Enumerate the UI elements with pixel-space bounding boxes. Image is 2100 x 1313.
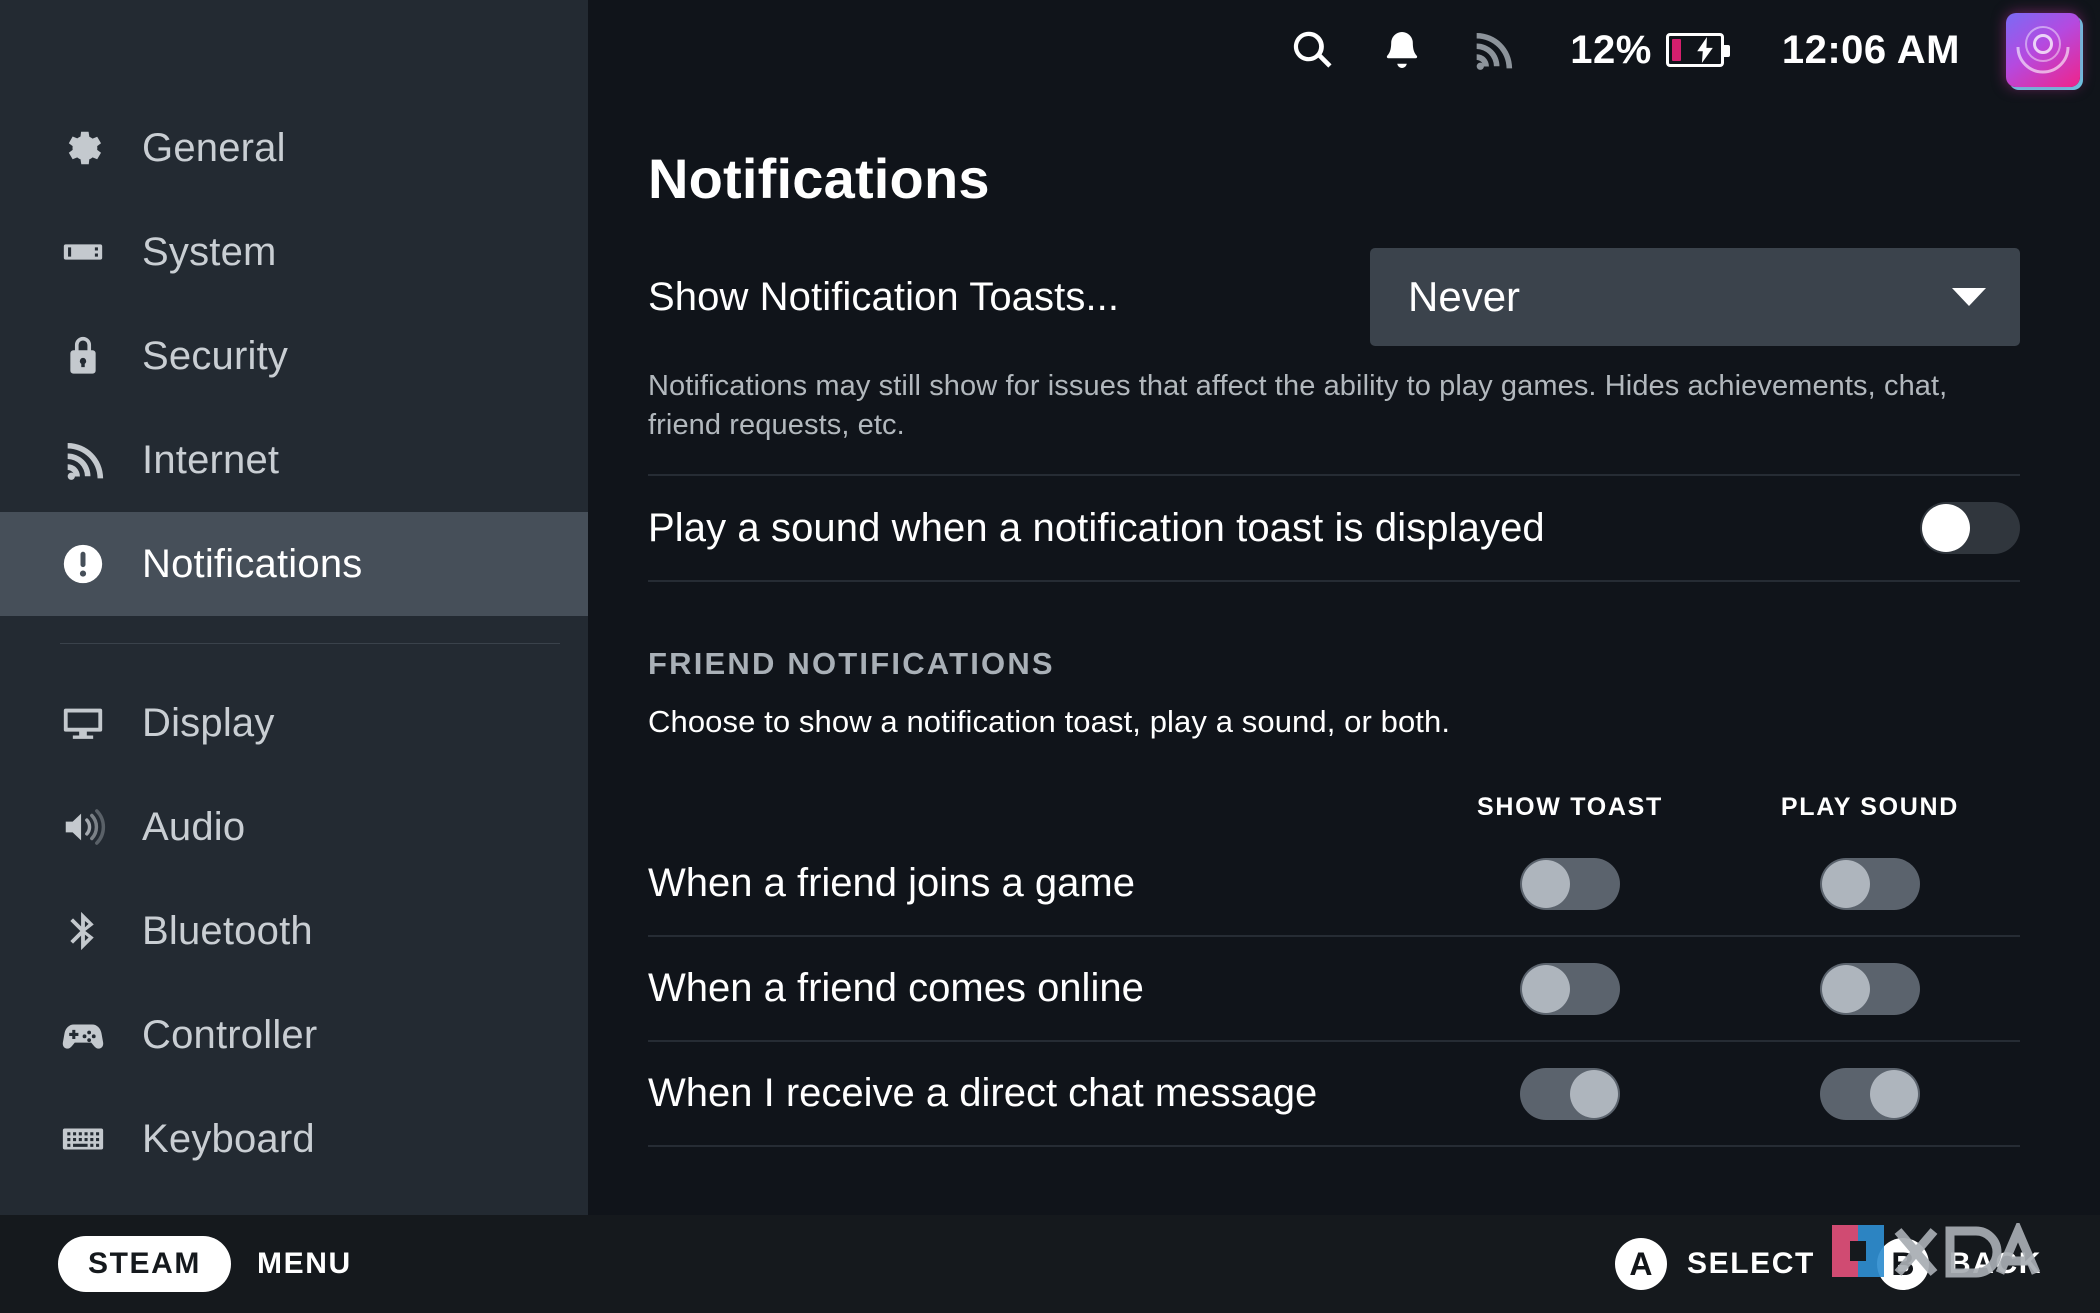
gear-icon	[60, 125, 106, 171]
status-bar: 12% 12:06 AM	[588, 0, 2100, 100]
friend-row-label: When I receive a direct chat message	[648, 1071, 1318, 1116]
sidebar-item-label: Security	[142, 333, 289, 378]
play-sound-label: Play a sound when a notification toast i…	[648, 505, 1545, 550]
steam-button[interactable]: STEAM	[58, 1236, 231, 1292]
sidebar-item-internet[interactable]: Internet	[0, 408, 588, 512]
avatar[interactable]	[2006, 13, 2080, 87]
sidebar-item-bluetooth[interactable]: Bluetooth	[0, 879, 588, 983]
play-sound-cell	[1720, 857, 2020, 910]
sidebar-item-audio[interactable]: Audio	[0, 775, 588, 879]
toggle-knob	[1522, 964, 1570, 1013]
sidebar-item-label: Internet	[142, 437, 280, 482]
handheld-icon	[60, 229, 106, 275]
controller-hint-bar: STEAM MENU A SELECT B BACK	[0, 1215, 2100, 1313]
select-label: SELECT	[1686, 1247, 1815, 1280]
friend-notifications-heading: FRIEND NOTIFICATIONS	[648, 646, 1055, 682]
sidebar-item-label: Display	[142, 700, 275, 745]
toggle-knob	[1522, 859, 1570, 908]
alert-circle-icon	[60, 541, 106, 587]
friend-row-label: When a friend comes online	[648, 966, 1144, 1011]
monitor-icon	[60, 700, 106, 746]
play-sound-cell	[1720, 1067, 2020, 1120]
divider	[648, 1145, 2020, 1148]
chevron-down-icon	[1952, 288, 1986, 306]
friend-comes-online-show-toast-toggle[interactable]	[1520, 962, 1620, 1015]
column-header-show-toast: SHOW TOAST	[1477, 793, 1663, 822]
page-title: Notifications	[648, 147, 990, 210]
sidebar-item-label: Controller	[142, 1012, 318, 1057]
speaker-icon	[60, 804, 106, 850]
table-row: When a friend joins a game	[648, 832, 2020, 935]
play-sound-toggle[interactable]	[1920, 502, 2020, 555]
sidebar-item-notifications[interactable]: Notifications	[0, 512, 588, 616]
show-toast-cell	[1420, 962, 1720, 1015]
show-toast-cell	[1420, 1067, 1720, 1120]
sidebar-item-label: System	[142, 229, 277, 274]
play-sound-cell	[1720, 962, 2020, 1015]
lock-icon	[60, 333, 106, 379]
show-notification-toasts-row: Show Notification Toasts... Never	[648, 245, 2020, 349]
table-row: When I receive a direct chat message	[648, 1042, 2020, 1145]
steam-deck-settings-screen: General System Security Internet Notific	[0, 0, 2100, 1313]
b-button-icon: B	[1876, 1238, 1929, 1290]
search-icon[interactable]	[1286, 24, 1338, 76]
toggle-knob	[1822, 964, 1870, 1013]
toggle-knob	[1922, 504, 1970, 553]
sidebar-item-label: Keyboard	[142, 1116, 315, 1161]
direct-chat-message-show-toast-toggle[interactable]	[1520, 1067, 1620, 1120]
friend-joins-game-play-sound-toggle[interactable]	[1820, 857, 1920, 910]
toggle-knob	[1570, 1069, 1618, 1118]
keyboard-icon	[60, 1116, 106, 1162]
friend-row-label: When a friend joins a game	[648, 861, 1135, 906]
sidebar-item-system[interactable]: System	[0, 200, 588, 304]
battery-indicator: 12%	[1570, 27, 1730, 73]
column-header-play-sound: PLAY SOUND	[1780, 793, 1960, 822]
friend-joins-game-show-toast-toggle[interactable]	[1520, 857, 1620, 910]
a-button-icon: A	[1614, 1238, 1667, 1290]
back-label: BACK	[1948, 1247, 2042, 1280]
sidebar-item-keyboard[interactable]: Keyboard	[0, 1087, 588, 1191]
sidebar-item-controller[interactable]: Controller	[0, 983, 588, 1087]
sidebar-item-security[interactable]: Security	[0, 304, 588, 408]
divider	[648, 580, 2020, 583]
notifications-bell-icon[interactable]	[1376, 24, 1428, 76]
sidebar-item-label: Audio	[142, 804, 246, 849]
table-row: When a friend comes online	[648, 937, 2020, 1040]
show-notification-toasts-help: Notifications may still show for issues …	[648, 370, 1948, 441]
menu-label: MENU	[257, 1247, 352, 1280]
play-sound-row: Play a sound when a notification toast i…	[648, 476, 2020, 580]
wifi-icon	[60, 437, 106, 483]
sidebar-item-label: General	[142, 125, 286, 170]
settings-content: Notifications Show Notification Toasts..…	[588, 100, 2100, 1215]
settings-sidebar: General System Security Internet Notific	[0, 0, 588, 1215]
show-toast-cell	[1420, 857, 1720, 910]
direct-chat-message-play-sound-toggle[interactable]	[1820, 1067, 1920, 1120]
wifi-signal-icon[interactable]	[1466, 24, 1518, 76]
toggle-knob	[1870, 1069, 1918, 1118]
sidebar-item-label: Bluetooth	[142, 908, 313, 953]
back-hint[interactable]: B BACK	[1876, 1238, 2042, 1290]
select-hint[interactable]: A SELECT	[1614, 1238, 1815, 1290]
bluetooth-icon	[60, 908, 106, 954]
friend-comes-online-play-sound-toggle[interactable]	[1820, 962, 1920, 1015]
sidebar-item-display[interactable]: Display	[0, 671, 588, 775]
dropdown-selected-value: Never	[1408, 273, 1521, 320]
sidebar-item-label: Notifications	[142, 541, 363, 586]
friend-notifications-column-headers: SHOW TOAST PLAY SOUND	[648, 740, 2020, 832]
sidebar-divider	[60, 643, 560, 644]
show-notification-toasts-dropdown[interactable]: Never	[1370, 248, 2020, 346]
show-notification-toasts-label: Show Notification Toasts...	[648, 274, 1120, 319]
sidebar-item-general[interactable]: General	[0, 96, 588, 200]
battery-percent-label: 12%	[1570, 27, 1652, 72]
clock-label: 12:06 AM	[1781, 27, 1960, 72]
battery-icon	[1665, 33, 1730, 67]
gamepad-icon	[60, 1012, 106, 1058]
friend-notifications-description: Choose to show a notification toast, pla…	[648, 704, 1451, 740]
charging-bolt-icon	[1695, 37, 1715, 63]
toggle-knob	[1822, 859, 1870, 908]
